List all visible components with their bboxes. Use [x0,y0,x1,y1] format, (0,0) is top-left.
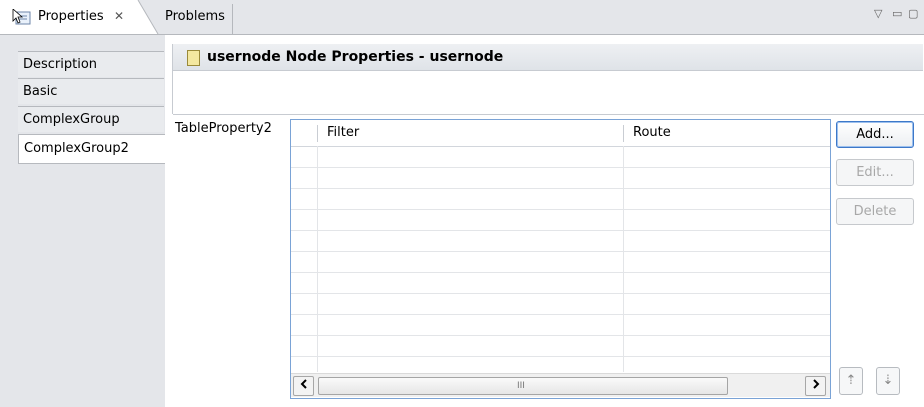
tab-problems[interactable]: Problems [160,4,233,34]
grid-row-line [291,356,830,357]
sidebar-item-label: ComplexGroup2 [24,141,129,156]
scroll-right-button[interactable] [805,376,826,396]
document-icon [187,50,200,66]
chevron-left-icon [300,379,307,389]
sidebar-item-complexgroup[interactable]: ComplexGroup [18,106,164,132]
property-table[interactable]: Filter Route III [290,119,831,399]
grid-row-line [291,167,830,168]
grid-column-line [317,146,318,372]
scroll-left-button[interactable] [293,376,314,396]
grid-row-line [291,251,830,252]
header-border-left [172,44,173,114]
sidebar-item-label: Description [23,57,98,72]
scroll-thumb[interactable]: III [318,377,728,395]
column-separator [623,125,624,142]
move-down-icon: ⇣ [882,373,894,388]
table-property-label: TableProperty2 [175,121,272,136]
properties-icon [12,9,31,25]
edit-button[interactable]: Edit... [836,159,914,186]
grid-row-line [291,272,830,273]
horizontal-scrollbar[interactable]: III [291,373,830,397]
header-divider [173,114,924,115]
close-icon[interactable]: ✕ [114,9,124,23]
move-up-button[interactable]: ⇡ [839,367,863,395]
page-title: usernode Node Properties - usernode [207,49,504,65]
column-separator [317,125,318,142]
sidebar-item-description[interactable]: Description [18,51,164,77]
grid-column-line [623,146,624,372]
properties-content: usernode Node Properties - usernode Tabl… [165,35,924,407]
move-up-icon: ⇡ [845,373,857,388]
tab-problems-label: Problems [165,9,225,24]
sidebar-item-basic[interactable]: Basic [18,78,164,104]
column-header-filter[interactable]: Filter [327,125,359,140]
grid-row-line [291,209,830,210]
maximize-icon[interactable]: ▢ [908,7,918,20]
tab-properties-label: Properties [38,9,104,24]
grid-row-line [291,293,830,294]
grid-row-line [291,314,830,315]
grid-row-line [291,230,830,231]
sidebar-item-complexgroup2[interactable]: ComplexGroup2 [18,134,166,164]
delete-button[interactable]: Delete [836,198,914,225]
view-menu-icon[interactable]: ▽ [874,7,882,20]
section-header: usernode Node Properties - usernode [172,44,923,114]
move-down-button[interactable]: ⇣ [876,367,900,395]
sidebar-item-label: ComplexGroup [23,112,120,127]
grip-icon: III [517,381,525,391]
property-sections-sidebar: Description Basic ComplexGroup ComplexGr… [0,35,166,407]
grid-row-line [291,188,830,189]
sidebar-item-label: Basic [23,84,58,99]
view-tab-bar: Properties ✕ Problems ▽ ▭ ▢ [0,0,924,35]
add-button[interactable]: Add... [836,121,914,148]
chevron-right-icon [812,379,819,389]
tab-edge [137,0,159,34]
column-header-route[interactable]: Route [633,125,671,140]
minimize-icon[interactable]: ▭ [892,7,902,20]
table-header: Filter Route [291,120,830,147]
grid-row-line [291,335,830,336]
